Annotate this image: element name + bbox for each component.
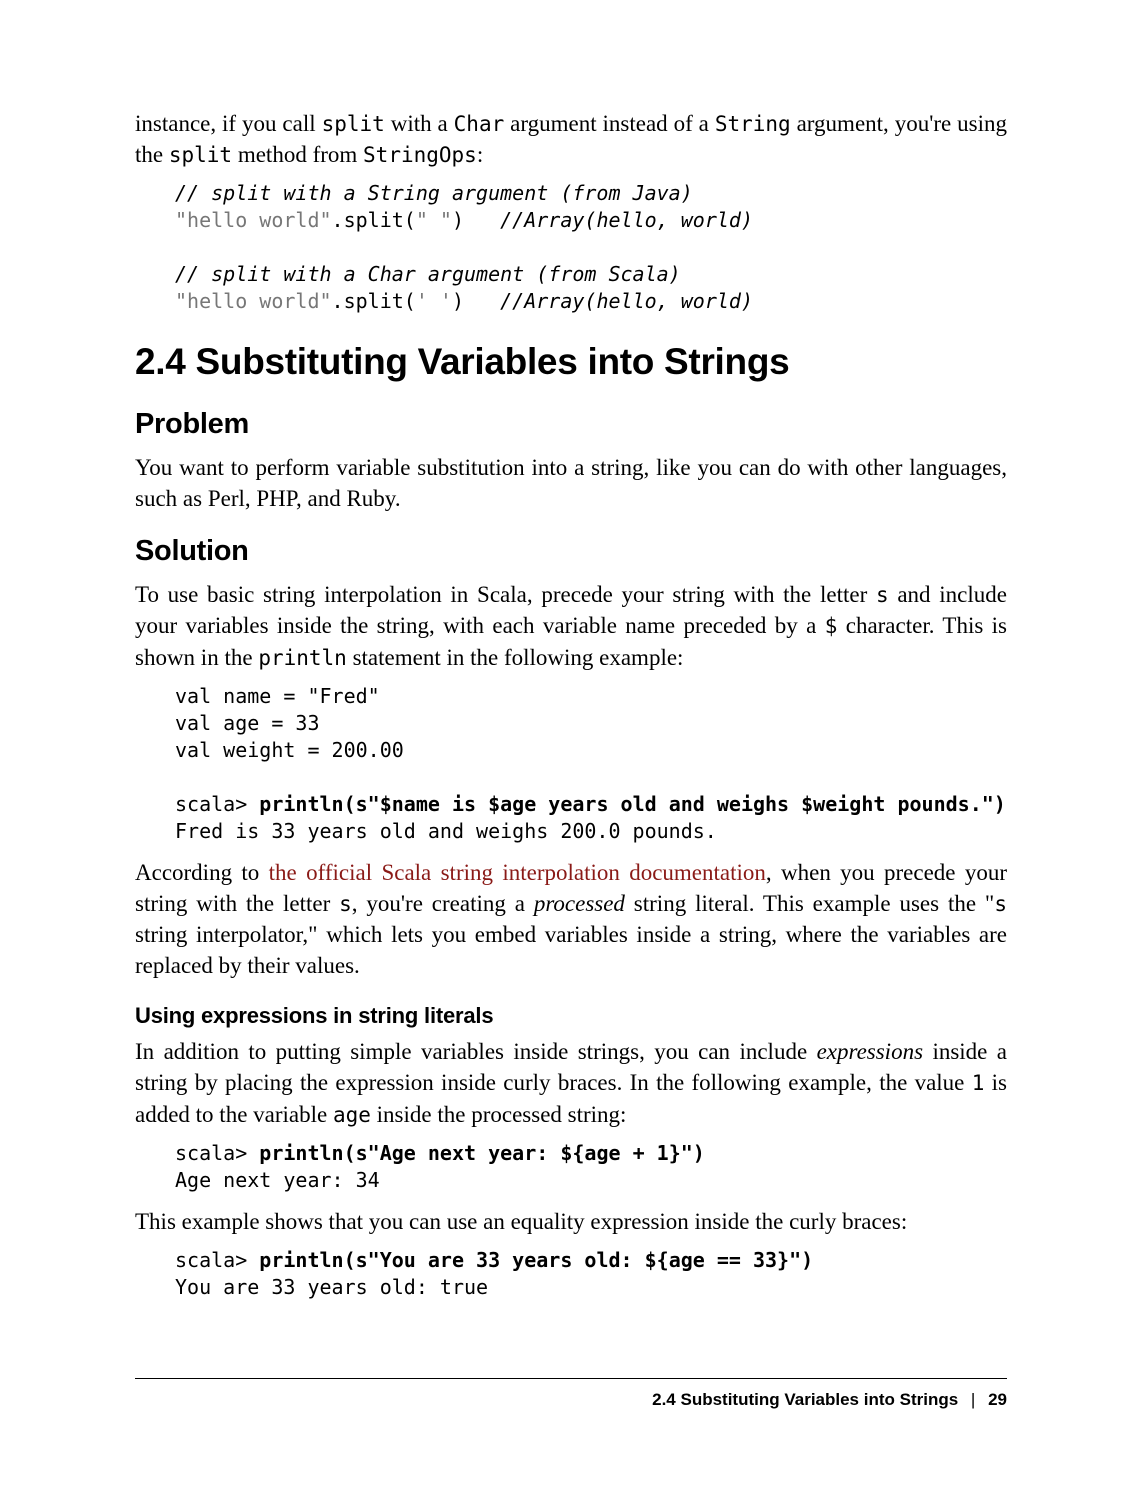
- code-text: ): [452, 289, 500, 313]
- code-input: println(s"You are 33 years old: ${age ==…: [259, 1248, 813, 1272]
- intro-paragraph: instance, if you call split with a Char …: [135, 108, 1007, 170]
- text: To use basic string interpolation in Sca…: [135, 582, 876, 607]
- code-line: val weight = 200.00: [175, 738, 404, 762]
- section-heading: 2.4 Substituting Variables into Strings: [135, 337, 1007, 387]
- code-prompt: scala>: [175, 792, 259, 816]
- scala-docs-link[interactable]: the official Scala string interpolation …: [269, 860, 766, 885]
- code-s: s: [339, 892, 352, 916]
- code-s: s: [876, 583, 889, 607]
- code-char-literal: ' ': [416, 289, 452, 313]
- code-text: .split(: [332, 208, 416, 232]
- code-s: s: [994, 892, 1007, 916]
- solution-paragraph: To use basic string interpolation in Sca…: [135, 579, 1007, 672]
- code-comment: //Array(hello, world): [500, 208, 753, 232]
- text: with a: [385, 111, 454, 136]
- footer-page-number: 29: [988, 1390, 1007, 1409]
- code-line: val name = "Fred": [175, 684, 380, 708]
- code-block-interpolation-basic: val name = "Fred" val age = 33 val weigh…: [175, 683, 1007, 845]
- code-age: age: [333, 1103, 371, 1127]
- code-one: 1: [972, 1071, 985, 1095]
- code-prompt: scala>: [175, 1248, 259, 1272]
- emphasis-expressions: expressions: [817, 1039, 923, 1064]
- post-code-paragraph: According to the official Scala string i…: [135, 857, 1007, 981]
- equality-paragraph: This example shows that you can use an e…: [135, 1206, 1007, 1237]
- text: string interpolator," which lets you emb…: [135, 922, 1007, 978]
- text: instance, if you call: [135, 111, 322, 136]
- code-println: println: [258, 646, 347, 670]
- code-string-literal: "hello world": [175, 289, 332, 313]
- emphasis-processed: processed: [534, 891, 625, 916]
- footer-separator: |: [971, 1390, 975, 1409]
- text: In addition to putting simple variables …: [135, 1039, 817, 1064]
- code-block-age-equals: scala> println(s"You are 33 years old: $…: [175, 1247, 1007, 1301]
- code-dollar: $: [825, 614, 838, 638]
- code-text: ): [452, 208, 500, 232]
- expr-heading: Using expressions in string literals: [135, 1001, 1007, 1031]
- text: inside the processed string:: [371, 1102, 627, 1127]
- code-input: println(s"$name is $age years old and we…: [259, 792, 1006, 816]
- text: According to: [135, 860, 269, 885]
- code-split-2: split: [169, 143, 232, 167]
- page: instance, if you call split with a Char …: [0, 0, 1142, 1500]
- text: statement in the following example:: [347, 645, 684, 670]
- code-string-literal: "hello world": [175, 208, 332, 232]
- text: :: [477, 142, 483, 167]
- code-output: You are 33 years old: true: [175, 1275, 488, 1299]
- page-footer: 2.4 Substituting Variables into Strings …: [135, 1378, 1007, 1412]
- code-block-age-plus-one: scala> println(s"Age next year: ${age + …: [175, 1140, 1007, 1194]
- expr-paragraph: In addition to putting simple variables …: [135, 1036, 1007, 1129]
- text: argument instead of a: [504, 111, 715, 136]
- code-char: Char: [454, 112, 505, 136]
- solution-heading: Solution: [135, 532, 1007, 571]
- code-string-literal: " ": [416, 208, 452, 232]
- footer-section-title: 2.4 Substituting Variables into Strings: [652, 1390, 958, 1409]
- text: method from: [232, 142, 363, 167]
- code-input: println(s"Age next year: ${age + 1}"): [259, 1141, 705, 1165]
- problem-heading: Problem: [135, 405, 1007, 444]
- code-string: String: [715, 112, 791, 136]
- code-block-split: // split with a String argument (from Ja…: [175, 180, 1007, 315]
- code-text: .split(: [332, 289, 416, 313]
- code-comment: // split with a String argument (from Ja…: [175, 181, 693, 205]
- code-comment: // split with a Char argument (from Scal…: [175, 262, 681, 286]
- code-output: Age next year: 34: [175, 1168, 380, 1192]
- code-split: split: [322, 112, 385, 136]
- text: , you're creating a: [352, 891, 534, 916]
- code-stringops: StringOps: [363, 143, 477, 167]
- code-prompt: scala>: [175, 1141, 259, 1165]
- code-line: val age = 33: [175, 711, 320, 735]
- text: string literal. This example uses the ": [625, 891, 994, 916]
- code-output: Fred is 33 years old and weighs 200.0 po…: [175, 819, 717, 843]
- code-comment: //Array(hello, world): [500, 289, 753, 313]
- problem-paragraph: You want to perform variable substitutio…: [135, 452, 1007, 514]
